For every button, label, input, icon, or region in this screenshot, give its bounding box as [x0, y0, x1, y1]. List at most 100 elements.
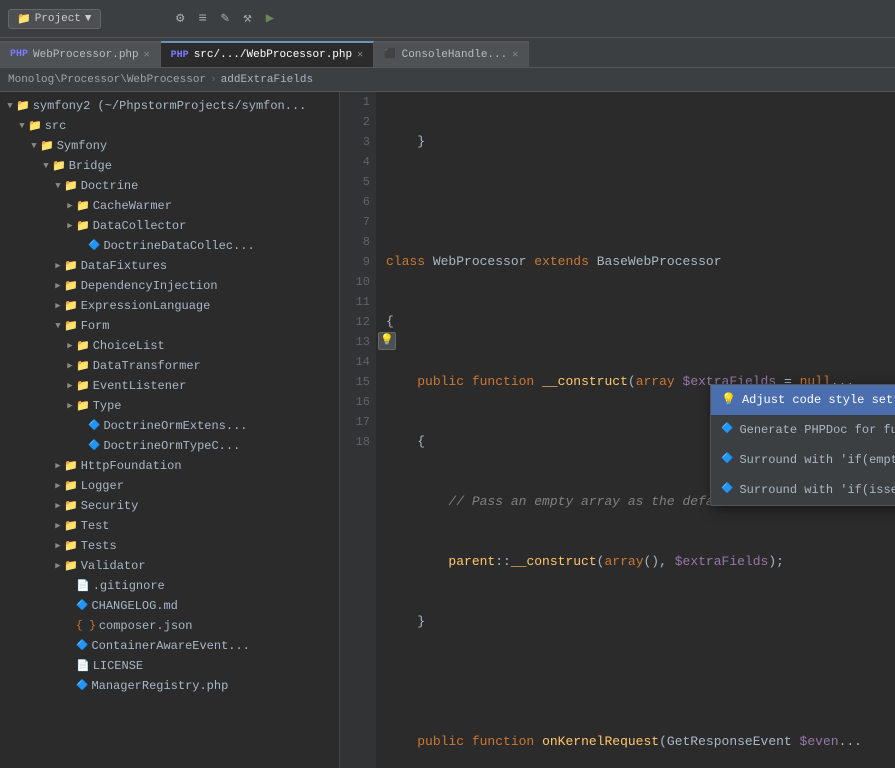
folder-icon: 📁: [64, 299, 78, 313]
folder-icon: 📁: [40, 139, 54, 153]
tree-item-bridge[interactable]: 📁 Bridge: [0, 156, 339, 176]
lightbulb-gutter-icon[interactable]: 💡: [378, 332, 396, 350]
menu-item-surround-isempty[interactable]: 🔷 Surround with 'if(empty($this->...rDat…: [711, 445, 895, 475]
tree-item-datatransformer[interactable]: 📁 DataTransformer: [0, 356, 339, 376]
php-file-icon: 🔷: [88, 420, 100, 432]
folder-icon: 📁: [52, 159, 66, 173]
folder-icon: 📁: [64, 259, 78, 273]
tree-arrow: [64, 221, 76, 231]
folder-icon: 📁: [76, 359, 90, 373]
tree-arrow: [64, 201, 76, 211]
php-file-icon: 🔷: [88, 440, 100, 452]
tree-item-type[interactable]: 📁 Type: [0, 396, 339, 416]
tab-webprocessor1[interactable]: PHP WebProcessor.php ✕: [0, 41, 161, 67]
menu-item-label: Surround with 'if(empty($this->...rData)…: [739, 450, 895, 470]
tree-item-gitignore[interactable]: 📄 .gitignore: [0, 576, 339, 596]
tree-item-logger[interactable]: 📁 Logger: [0, 476, 339, 496]
folder-icon: 📁: [64, 539, 78, 553]
tree-item-security[interactable]: 📁 Security: [0, 496, 339, 516]
tree-item-symfony[interactable]: 📁 Symfony: [0, 136, 339, 156]
tree-item-form[interactable]: 📁 Form: [0, 316, 339, 336]
breadcrumb-part-2[interactable]: addExtraFields: [221, 74, 313, 86]
tree-item-license[interactable]: 📄 LICENSE: [0, 656, 339, 676]
tree-item-test[interactable]: 📁 Test: [0, 516, 339, 536]
project-dropdown[interactable]: 📁 Project ▼: [8, 9, 101, 29]
tab-webprocessor2[interactable]: PHP src/.../WebProcessor.php ✕: [161, 41, 374, 67]
toolbar-icon-run[interactable]: ▶: [262, 8, 278, 29]
tree-item-doctrineormtypec[interactable]: 🔷 DoctrineOrmTypeC...: [0, 436, 339, 456]
tree-arrow: [52, 461, 64, 471]
php-icon: PHP: [171, 50, 189, 61]
tree-item-datacollector[interactable]: 📁 DataCollector: [0, 216, 339, 236]
file-tree[interactable]: 📁 symfony2 (~/PhpstormProjects/symfon...…: [0, 92, 340, 768]
tree-item-depinjection[interactable]: 📁 DependencyInjection: [0, 276, 339, 296]
tree-label: CHANGELOG.md: [91, 599, 177, 613]
tab-close-icon[interactable]: ✕: [512, 49, 518, 61]
tree-item-changelog[interactable]: 🔷 CHANGELOG.md: [0, 596, 339, 616]
tree-item-httpfoundation[interactable]: 📁 HttpFoundation: [0, 456, 339, 476]
tab-close-icon[interactable]: ✕: [144, 49, 150, 61]
menu-item-label: Surround with 'if(isset($this->...rData)…: [739, 480, 895, 500]
menu-item-adjust-code-style[interactable]: 💡 Adjust code style settings: [711, 385, 895, 415]
tree-arrow: [52, 261, 64, 271]
folder-icon: 📁: [64, 499, 78, 513]
menu-item-surround-isset[interactable]: 🔷 Surround with 'if(isset($this->...rDat…: [711, 475, 895, 505]
tree-item-symfony2[interactable]: 📁 symfony2 (~/PhpstormProjects/symfon...: [0, 96, 339, 116]
folder-icon: 📁: [64, 519, 78, 533]
code-editor[interactable]: 1 2 3 4 5 6 7 8 9 10 11 12 13 14 15 16 1…: [340, 92, 895, 768]
folder-icon: 📁: [64, 279, 78, 293]
folder-icon: 📁: [76, 219, 90, 233]
tree-item-validator[interactable]: 📁 Validator: [0, 556, 339, 576]
tree-item-explang[interactable]: 📁 ExpressionLanguage: [0, 296, 339, 316]
tree-item-tests[interactable]: 📁 Tests: [0, 536, 339, 556]
tree-item-doctrinedatacollec[interactable]: 🔷 DoctrineDataCollec...: [0, 236, 339, 256]
console-icon: ⬛: [384, 49, 396, 61]
breadcrumb-separator: ›: [210, 74, 217, 86]
tree-label: Test: [81, 519, 110, 533]
tree-arrow: [16, 121, 28, 131]
tree-label: ChoiceList: [93, 339, 165, 353]
tree-arrow: [52, 481, 64, 491]
tree-arrow: [28, 141, 40, 151]
tree-arrow: [64, 361, 76, 371]
folder-icon: 📁: [28, 119, 42, 133]
tree-label: ContainerAwareEvent...: [91, 639, 249, 653]
tab-close-icon[interactable]: ✕: [357, 49, 363, 61]
tree-label: EventListener: [93, 379, 187, 393]
tree-item-doctrineormextens[interactable]: 🔷 DoctrineOrmExtens...: [0, 416, 339, 436]
tree-item-choicelist[interactable]: 📁 ChoiceList: [0, 336, 339, 356]
tree-label: DataFixtures: [81, 259, 167, 273]
tree-label: Symfony: [57, 139, 107, 153]
tree-item-managerregistry[interactable]: 🔷 ManagerRegistry.php: [0, 676, 339, 696]
tree-item-src[interactable]: 📁 src: [0, 116, 339, 136]
php-file-icon: 🔷: [76, 640, 88, 652]
breadcrumb-part-1[interactable]: Monolog\Processor\WebProcessor: [8, 74, 206, 86]
tree-label: composer.json: [99, 619, 193, 633]
tree-arrow: [52, 501, 64, 511]
tree-item-composer[interactable]: { } composer.json: [0, 616, 339, 636]
tree-arrow: [52, 281, 64, 291]
toolbar-icon-edit[interactable]: ✎: [217, 8, 233, 29]
toolbar-icon-settings[interactable]: ⚙: [172, 8, 188, 29]
toolbar-icon-menu[interactable]: ≡: [194, 9, 210, 29]
menu-item-generate-phpdoc[interactable]: 🔷 Generate PHPDoc for function... ▶: [711, 415, 895, 445]
tree-arrow: [52, 521, 64, 531]
tab-consolehandle[interactable]: ⬛ ConsoleHandle... ✕: [374, 41, 529, 67]
main-layout: 📁 symfony2 (~/PhpstormProjects/symfon...…: [0, 92, 895, 768]
toolbar-icon-build[interactable]: ⚒: [239, 8, 255, 29]
menu-item-label: Generate PHPDoc for function...: [739, 420, 895, 440]
code-line: [386, 672, 895, 692]
tree-item-doctrine[interactable]: 📁 Doctrine: [0, 176, 339, 196]
tree-item-containerawareevent[interactable]: 🔷 ContainerAwareEvent...: [0, 636, 339, 656]
tree-arrow: [52, 321, 64, 331]
tree-item-cachewarmer[interactable]: 📁 CacheWarmer: [0, 196, 339, 216]
tree-item-datafixtures[interactable]: 📁 DataFixtures: [0, 256, 339, 276]
generic-file-icon: 📄: [76, 659, 90, 673]
title-bar: 📁 Project ▼ ⚙ ≡ ✎ ⚒ ▶: [0, 0, 895, 38]
tree-label: ExpressionLanguage: [81, 299, 211, 313]
php-icon: PHP: [10, 49, 28, 60]
tree-item-eventlistener[interactable]: 📁 EventListener: [0, 376, 339, 396]
code-line: class WebProcessor extends BaseWebProces…: [386, 252, 895, 272]
tree-label: Doctrine: [81, 179, 139, 193]
folder-icon: 📁: [16, 99, 30, 113]
